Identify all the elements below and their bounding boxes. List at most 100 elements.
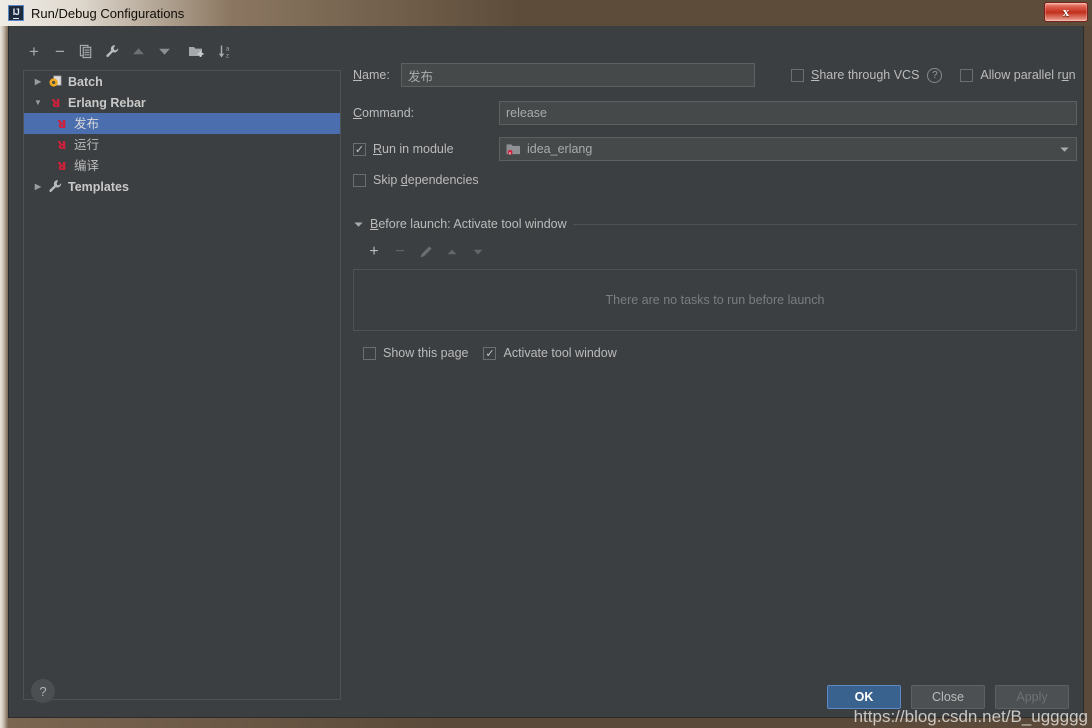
- run-in-module-checkbox-box[interactable]: [353, 142, 366, 156]
- remove-task-button[interactable]: −: [389, 241, 411, 263]
- batch-gear-icon: [46, 74, 64, 90]
- skip-dependencies-row: Skip dependencies: [353, 168, 1077, 192]
- tree-node-fabu[interactable]: ʁ 发布: [24, 113, 340, 134]
- apply-button-label: Apply: [1016, 690, 1048, 704]
- chevron-down-icon[interactable]: ▼: [30, 98, 46, 107]
- command-input-value: release: [506, 106, 547, 120]
- arrow-down-icon: [158, 48, 170, 55]
- section-divider: [572, 223, 1077, 225]
- share-vcs-help-icon[interactable]: ?: [927, 67, 943, 83]
- tree-node-yunxing[interactable]: ʁ 运行: [24, 134, 340, 155]
- svg-text:z: z: [226, 53, 229, 59]
- show-this-page-checkbox-box[interactable]: [363, 346, 376, 360]
- title-bar: IJ Run/Debug Configurations x: [0, 0, 1092, 26]
- close-icon: x: [1062, 4, 1070, 19]
- plus-icon: +: [29, 41, 39, 61]
- erlang-icon: ʁ: [50, 94, 60, 111]
- title-bar-content: IJ Run/Debug Configurations: [8, 3, 184, 23]
- name-label: Name:: [353, 68, 390, 82]
- ok-button[interactable]: OK: [827, 685, 901, 709]
- share-vcs-label: Share through VCS: [811, 68, 920, 82]
- edit-templates-button[interactable]: [101, 40, 123, 62]
- module-dropdown[interactable]: e idea_erlang: [499, 137, 1077, 161]
- question-mark-icon: ?: [39, 683, 47, 699]
- arrow-down-icon: [473, 249, 483, 255]
- svg-text:a: a: [226, 46, 230, 52]
- command-input[interactable]: release: [499, 101, 1077, 125]
- name-input-value: 发布: [408, 69, 434, 84]
- chevron-right-icon[interactable]: ▶: [30, 77, 46, 86]
- show-this-page-label: Show this page: [383, 346, 469, 360]
- module-dropdown-value: idea_erlang: [527, 142, 593, 156]
- skip-dependencies-label: Skip dependencies: [373, 173, 479, 187]
- configurations-toolbar: + − a z: [23, 38, 237, 64]
- before-launch-title-rest: efore launch: Activate tool window: [378, 217, 567, 231]
- remove-configuration-button[interactable]: −: [49, 40, 71, 62]
- run-in-module-label: Run in module: [373, 142, 454, 156]
- allow-parallel-run-checkbox-box[interactable]: [960, 68, 974, 82]
- run-debug-configurations-dialog: + − a z ▶ Batch ▼ ʁ Erlang Rebar ʁ 发布 ʁ …: [8, 26, 1084, 718]
- minus-icon: −: [55, 41, 65, 61]
- run-in-module-row: Run in module e idea_erlang: [353, 136, 1077, 162]
- move-into-folder-button[interactable]: [185, 40, 207, 62]
- add-configuration-button[interactable]: +: [23, 40, 45, 62]
- tree-node-erlang-rebar[interactable]: ▼ ʁ Erlang Rebar: [24, 92, 340, 113]
- erlang-icon: ʁ: [56, 136, 66, 153]
- command-label: Command:: [353, 106, 415, 120]
- skip-dependencies-checkbox[interactable]: Skip dependencies: [353, 173, 479, 187]
- name-input[interactable]: 发布: [401, 63, 755, 87]
- move-up-button[interactable]: [127, 40, 149, 62]
- run-in-module-checkbox[interactable]: Run in module: [353, 142, 499, 156]
- edit-task-button[interactable]: [415, 241, 437, 263]
- folder-add-icon: [189, 46, 204, 57]
- tree-node-batch[interactable]: ▶ Batch: [24, 71, 340, 92]
- tree-node-templates[interactable]: ▶ Templates: [24, 176, 340, 197]
- skip-dependencies-checkbox-box[interactable]: [353, 173, 366, 187]
- task-move-down-button[interactable]: [467, 241, 489, 263]
- tree-node-bianyi[interactable]: ʁ 编译: [24, 155, 340, 176]
- chevron-right-icon[interactable]: ▶: [30, 182, 46, 191]
- chevron-down-icon[interactable]: [353, 219, 364, 230]
- tree-node-label: 发布: [74, 116, 100, 131]
- tree-node-label: Erlang Rebar: [68, 95, 146, 110]
- plus-icon: +: [369, 243, 379, 260]
- before-launch-section-header[interactable]: Before launch: Activate tool window: [353, 217, 1077, 231]
- activate-tool-window-label: Activate tool window: [503, 346, 617, 360]
- watermark-text: https://blog.csdn.net/B_uggggg: [853, 707, 1088, 726]
- launch-options-row: Show this page Activate tool window: [363, 341, 1077, 365]
- show-this-page-checkbox[interactable]: Show this page: [363, 346, 468, 360]
- sort-az-icon: a z: [218, 45, 230, 59]
- close-button-label: Close: [932, 690, 964, 704]
- move-down-button[interactable]: [153, 40, 175, 62]
- allow-parallel-run-checkbox[interactable]: Allow parallel run: [960, 68, 1076, 82]
- close-button[interactable]: Close: [911, 685, 985, 709]
- erlang-icon: ʁ: [56, 157, 66, 174]
- before-launch-title: Before launch: Activate tool window: [370, 217, 567, 231]
- dialog-buttons: OK Close Apply: [827, 685, 1069, 709]
- arrow-up-icon: [132, 47, 144, 54]
- copy-configuration-button[interactable]: [75, 40, 97, 62]
- ok-button-label: OK: [854, 690, 874, 704]
- configuration-form: Name: 发布 Share through VCS ? Allow paral…: [353, 62, 1077, 365]
- command-row: Command: release: [353, 100, 1077, 126]
- copy-icon: [79, 44, 91, 58]
- erlang-icon: ʁ: [56, 115, 66, 132]
- add-task-button[interactable]: +: [363, 241, 385, 263]
- pencil-icon: [420, 246, 432, 258]
- before-launch-tasks-list[interactable]: There are no tasks to run before launch: [353, 269, 1077, 331]
- share-vcs-checkbox[interactable]: Share through VCS: [791, 68, 919, 82]
- activate-tool-window-checkbox-box[interactable]: [483, 346, 497, 360]
- window-title: Run/Debug Configurations: [31, 5, 185, 21]
- close-window-button[interactable]: x: [1044, 2, 1088, 22]
- allow-parallel-run-label: Allow parallel run: [980, 68, 1076, 82]
- sort-configurations-button[interactable]: a z: [215, 40, 237, 62]
- task-move-up-button[interactable]: [441, 241, 463, 263]
- chevron-down-icon[interactable]: [1059, 144, 1070, 155]
- configurations-tree[interactable]: ▶ Batch ▼ ʁ Erlang Rebar ʁ 发布 ʁ 运行 ʁ 编译 …: [23, 70, 341, 700]
- tree-node-label: Templates: [68, 179, 129, 194]
- apply-button[interactable]: Apply: [995, 685, 1069, 709]
- activate-tool-window-checkbox[interactable]: Activate tool window: [483, 346, 617, 360]
- share-vcs-checkbox-box[interactable]: [791, 68, 804, 82]
- tree-node-label: Batch: [68, 74, 103, 89]
- help-button[interactable]: ?: [31, 679, 55, 703]
